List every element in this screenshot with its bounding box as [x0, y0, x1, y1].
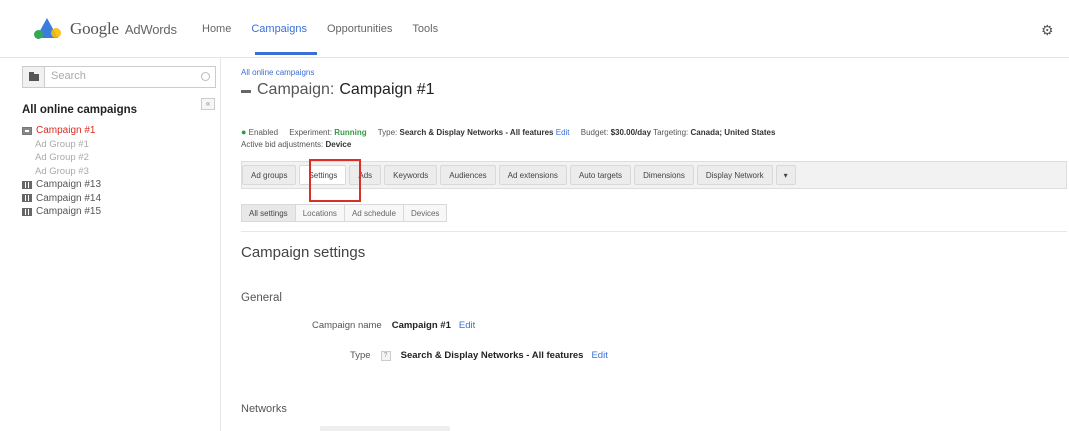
campaign-tree: Campaign #1 Ad Group #1 Ad Group #2 Ad G… [22, 124, 101, 219]
general-heading: General [241, 292, 282, 304]
campaign-icon: ▬ [241, 84, 251, 96]
tab-keywords[interactable]: Keywords [384, 165, 438, 185]
main-nav: Home Campaigns Opportunities Tools [202, 23, 458, 35]
tab-dimensions[interactable]: Dimensions [634, 165, 694, 185]
subtab-all-settings[interactable]: All settings [241, 204, 296, 222]
nav-campaigns[interactable]: Campaigns [251, 23, 307, 35]
tree-campaign-14[interactable]: Campaign #14 [22, 192, 101, 206]
campaign-status-line: ● Enabled Experiment: Running Type: Sear… [241, 127, 776, 137]
enabled-status-icon: ● [241, 127, 247, 137]
tree-campaign-1[interactable]: Campaign #1 [22, 124, 101, 138]
tab-auto-targets[interactable]: Auto targets [569, 165, 632, 185]
collapse-sidebar-icon[interactable]: « [201, 98, 215, 110]
campaign-icon [22, 126, 32, 135]
tab-settings[interactable]: Settings [299, 165, 347, 185]
section-title: Campaign settings [241, 244, 366, 261]
tab-audiences[interactable]: Audiences [440, 165, 496, 185]
adwords-logo[interactable]: Google AdWords [34, 18, 177, 40]
campaign-name-edit-link[interactable]: Edit [459, 320, 475, 331]
networks-heading: Networks [241, 403, 287, 415]
help-icon[interactable]: ? [380, 350, 391, 361]
tab-ad-groups[interactable]: Ad groups [242, 165, 297, 185]
main-content: All online campaigns ▬ Campaign: Campaig… [222, 58, 1069, 431]
nav-tools[interactable]: Tools [412, 23, 438, 35]
active-nav-underline [255, 52, 317, 55]
divider [241, 231, 1067, 232]
campaign-tabs: Ad groups Settings Ads Keywords Audience… [241, 161, 1067, 189]
campaign-icon [22, 194, 32, 203]
campaign-name-value: Campaign #1 [391, 320, 451, 331]
search-box [22, 66, 216, 88]
type-value: Search & Display Networks - All features [400, 350, 584, 361]
campaign-icon [22, 180, 32, 189]
logo-text: Google AdWords [70, 19, 177, 38]
targeting-value: Canada; United States [690, 128, 776, 137]
top-bar: Google AdWords Home Campaigns Opportunit… [0, 0, 1069, 58]
campaign-name-label: Campaign name [312, 320, 382, 331]
tree-adgroup-2[interactable]: Ad Group #2 [22, 151, 101, 165]
budget-value[interactable]: $30.00/day [611, 128, 651, 137]
tab-ad-extensions[interactable]: Ad extensions [498, 165, 567, 185]
type-label: Type [350, 350, 371, 361]
experiment-status: Running [334, 128, 367, 137]
all-campaigns-title[interactable]: All online campaigns [22, 104, 137, 116]
tree-campaign-15[interactable]: Campaign #15 [22, 205, 101, 219]
networks-row-cutoff [320, 426, 450, 431]
sidebar: « All online campaigns Campaign #1 Ad Gr… [16, 58, 221, 431]
tab-ads[interactable]: Ads [349, 165, 382, 185]
more-tabs-chevron-down-icon[interactable]: ▾ [775, 165, 796, 185]
adwords-logo-icon [34, 18, 62, 40]
tab-display-network[interactable]: Display Network [696, 165, 773, 185]
type-edit-link[interactable]: Edit [556, 128, 570, 137]
breadcrumb[interactable]: All online campaigns [241, 68, 314, 77]
subtab-ad-schedule[interactable]: Ad schedule [344, 204, 404, 222]
tree-campaign-13[interactable]: Campaign #13 [22, 178, 101, 192]
campaign-name-row: Campaign name Campaign #1 Edit [312, 320, 475, 331]
tree-adgroup-3[interactable]: Ad Group #3 [22, 165, 101, 179]
subtab-devices[interactable]: Devices [403, 204, 448, 222]
bid-adjustments-line: Active bid adjustments: Device [241, 140, 352, 149]
tree-adgroup-1[interactable]: Ad Group #1 [22, 138, 101, 152]
type-row: Type ? Search & Display Networks - All f… [350, 350, 608, 361]
page-title: ▬ Campaign: Campaign #1 [241, 81, 435, 98]
search-input[interactable] [51, 70, 191, 82]
subtab-locations[interactable]: Locations [295, 204, 345, 222]
type-edit-link[interactable]: Edit [591, 350, 607, 361]
campaign-icon [22, 207, 32, 216]
search-icon[interactable] [201, 72, 210, 81]
gear-icon[interactable]: ⚙ [1041, 23, 1055, 37]
nav-opportunities[interactable]: Opportunities [327, 23, 392, 35]
status-enabled[interactable]: Enabled [249, 128, 278, 137]
settings-subtabs: All settings Locations Ad schedule Devic… [241, 204, 448, 222]
folder-icon[interactable] [23, 67, 45, 87]
nav-home[interactable]: Home [202, 23, 231, 35]
